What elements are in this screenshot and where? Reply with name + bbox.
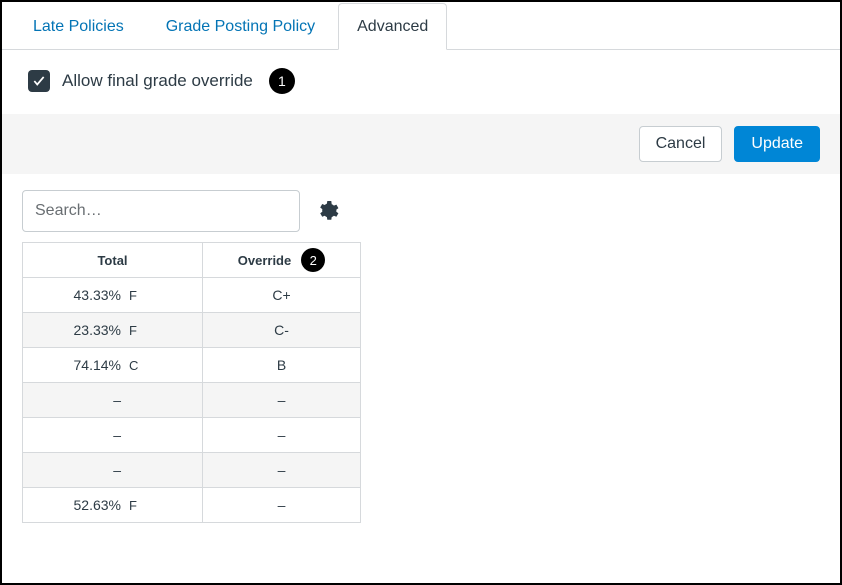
cancel-button[interactable]: Cancel <box>639 126 723 162</box>
grades-table: Total Override 2 43.33% F C+ <box>22 242 361 523</box>
table-row[interactable]: 23.33% F C- <box>23 313 361 348</box>
table-row[interactable]: 74.14% C B <box>23 348 361 383</box>
gear-icon <box>315 199 339 223</box>
total-percent: – <box>23 427 129 443</box>
check-icon <box>32 74 46 88</box>
search-input[interactable] <box>22 190 300 232</box>
callout-1: 1 <box>269 68 295 94</box>
tab-grade-posting-policy[interactable]: Grade Posting Policy <box>147 3 334 50</box>
total-percent: 43.33% <box>23 287 129 303</box>
override-cell[interactable]: – <box>203 383 361 418</box>
override-cell[interactable]: – <box>203 488 361 523</box>
gradebook-section: Total Override 2 43.33% F C+ <box>2 174 362 539</box>
col-total[interactable]: Total <box>23 243 203 278</box>
table-row[interactable]: 52.63% F – <box>23 488 361 523</box>
total-letter: C <box>129 358 163 373</box>
col-override-label: Override <box>238 253 291 268</box>
advanced-panel: Allow final grade override 1 <box>2 50 840 114</box>
table-row[interactable]: – – <box>23 383 361 418</box>
callout-2: 2 <box>301 248 325 272</box>
col-override[interactable]: Override 2 <box>203 243 361 278</box>
settings-tabs: Late Policies Grade Posting Policy Advan… <box>2 2 840 50</box>
table-row[interactable]: – – <box>23 453 361 488</box>
col-total-label: Total <box>97 253 127 268</box>
table-row[interactable]: – – <box>23 418 361 453</box>
tab-late-policies[interactable]: Late Policies <box>14 3 143 50</box>
total-letter: F <box>129 323 163 338</box>
total-letter: F <box>129 498 163 513</box>
override-cell[interactable]: C- <box>203 313 361 348</box>
override-cell[interactable]: C+ <box>203 278 361 313</box>
override-cell[interactable]: – <box>203 418 361 453</box>
allow-override-label: Allow final grade override <box>62 71 253 91</box>
settings-footer: Cancel Update <box>2 114 840 174</box>
update-button[interactable]: Update <box>734 126 820 162</box>
table-row[interactable]: 43.33% F C+ <box>23 278 361 313</box>
allow-override-checkbox[interactable] <box>28 70 50 92</box>
tab-advanced[interactable]: Advanced <box>338 3 447 50</box>
override-cell[interactable]: B <box>203 348 361 383</box>
override-cell[interactable]: – <box>203 453 361 488</box>
total-percent: 74.14% <box>23 357 129 373</box>
total-percent: – <box>23 392 129 408</box>
total-percent: 23.33% <box>23 322 129 338</box>
gradebook-settings-button[interactable] <box>314 198 340 224</box>
total-letter: F <box>129 288 163 303</box>
total-percent: 52.63% <box>23 497 129 513</box>
total-percent: – <box>23 462 129 478</box>
